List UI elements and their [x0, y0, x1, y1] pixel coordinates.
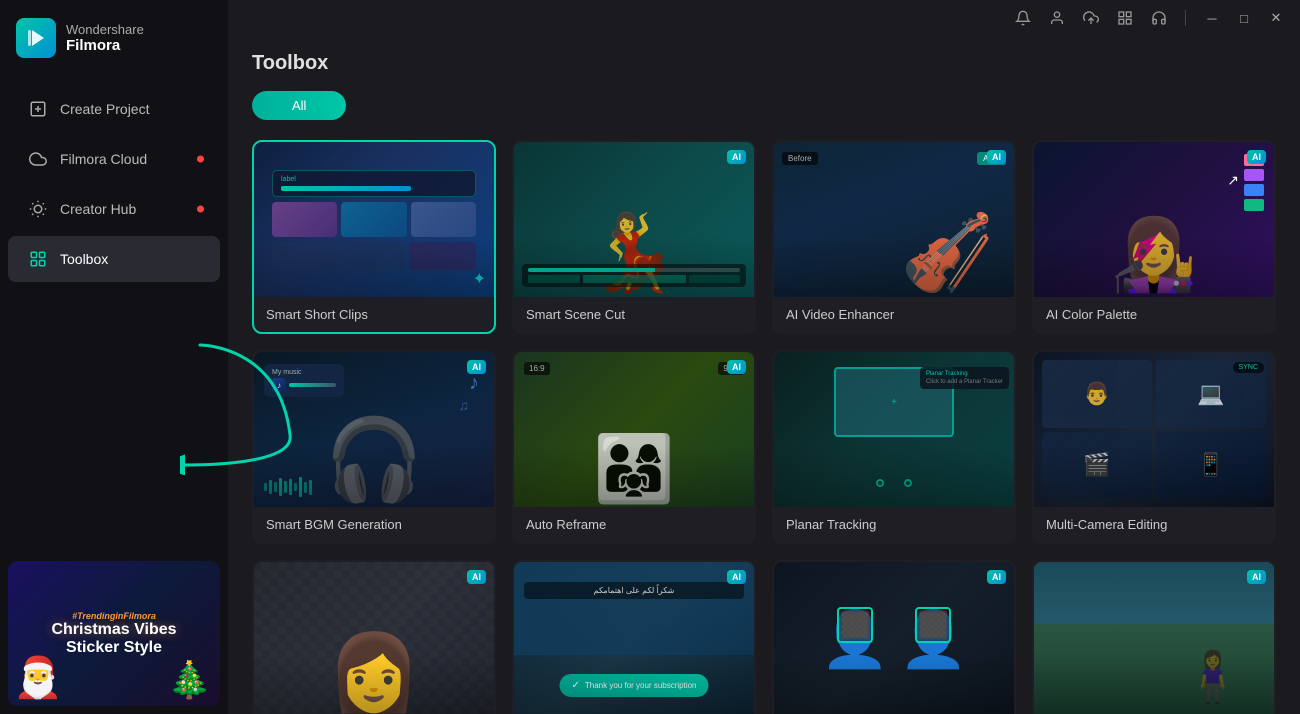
sidebar-item-filmora-cloud[interactable]: Filmora Cloud [8, 136, 220, 182]
ai-badge: AI [467, 570, 486, 584]
product-name: Filmora [66, 37, 144, 54]
tool-label: Smart Scene Cut [514, 297, 754, 332]
main-content: ─ □ ✕ Toolbox All label [228, 0, 1300, 714]
filter-tabs: All [252, 91, 1276, 120]
ai-badge: AI [987, 570, 1006, 584]
thumb-overlay [774, 352, 1014, 507]
separator [1185, 10, 1186, 26]
ai-badge: AI [987, 150, 1006, 164]
tool-label: Auto Reframe [514, 507, 754, 542]
page-title: Toolbox [252, 52, 1276, 75]
tool-thumbnail: label [254, 142, 494, 297]
logo-area: Wondershare Filmora [0, 0, 228, 76]
tool-card-ai-translation[interactable]: شكراً لكم على اهتمامكم ✓ Thank you for y… [512, 560, 756, 714]
tool-card-ai-video-enhancer[interactable]: 🎻 Before After AI AI Video Enhancer [772, 140, 1016, 334]
thumb-overlay [514, 142, 754, 297]
ai-badge: AI [467, 360, 486, 374]
title-bar: ─ □ ✕ [228, 0, 1300, 36]
thumb-overlay [254, 562, 494, 714]
thumb-overlay [774, 142, 1014, 297]
brand-name: Wondershare [66, 22, 144, 37]
banner-line2: Sticker Style [66, 639, 162, 657]
ai-badge: AI [727, 360, 746, 374]
app-logo [16, 18, 56, 58]
maximize-button[interactable]: □ [1230, 4, 1258, 32]
tool-thumbnail: 💃 AI [514, 142, 754, 297]
tool-thumbnail: 👨‍👩‍👧 16:9 9:16 AI [514, 352, 754, 507]
sidebar: Wondershare Filmora Create Project F [0, 0, 228, 714]
tool-thumbnail: 🎧 My music ♪ ♪ ♫ [254, 352, 494, 507]
window-controls: ─ □ ✕ [1198, 4, 1290, 32]
headset-icon[interactable] [1145, 4, 1173, 32]
sidebar-item-toolbox[interactable]: Toolbox [8, 236, 220, 282]
thumb-overlay [1034, 142, 1274, 297]
ai-badge: AI [727, 570, 746, 584]
tool-thumbnail: 👩‍🎤 ↗ AI [1034, 142, 1274, 297]
tool-card-smart-scene-cut[interactable]: 💃 AI Smart Scen [512, 140, 756, 334]
cloud-icon [28, 149, 48, 169]
thumb-overlay [514, 562, 754, 714]
thumb-overlay [514, 352, 754, 507]
tool-thumbnail: 🎻 Before After AI [774, 142, 1014, 297]
tool-thumbnail: + Planar Tracking Click to add a Planar … [774, 352, 1014, 507]
tool-card-auto-reframe[interactable]: 👨‍👩‍👧 16:9 9:16 AI Auto Reframe [512, 350, 756, 544]
tool-grid: label [252, 140, 1276, 714]
avatar-icon[interactable] [1043, 4, 1071, 32]
thumb-overlay [774, 562, 1014, 714]
cloud-upload-icon[interactable] [1077, 4, 1105, 32]
thumb-overlay [1034, 562, 1274, 714]
notification-icon[interactable] [1009, 4, 1037, 32]
sidebar-banner[interactable]: #TrendinginFilmora Christmas Vibes Stick… [8, 561, 220, 706]
toolbox-content: Toolbox All label [228, 36, 1300, 714]
tool-label: Planar Tracking [774, 507, 1014, 542]
notification-dot [197, 156, 204, 163]
notification-dot [197, 206, 204, 213]
thumb-overlay [254, 352, 494, 507]
close-button[interactable]: ✕ [1262, 4, 1290, 32]
tool-card-multi-camera[interactable]: 👨 💻 🎬 📱 SYNC Multi-Camera Editing [1032, 350, 1276, 544]
tool-card-planar-tracking[interactable]: + Planar Tracking Click to add a Planar … [772, 350, 1016, 544]
logo-text: Wondershare Filmora [66, 22, 144, 54]
tool-label: AI Video Enhancer [774, 297, 1014, 332]
sidebar-label: Creator Hub [60, 201, 136, 217]
sidebar-item-create-project[interactable]: Create Project [8, 86, 220, 132]
grid-icon [28, 249, 48, 269]
tool-thumbnail: 🧍‍♀️ AI [1034, 562, 1274, 714]
title-bar-controls [1009, 4, 1173, 32]
tool-card-ai-portrait[interactable]: 👩 AI AI Portrait Cutout [252, 560, 496, 714]
tool-thumbnail: شكراً لكم على اهتمامكم ✓ Thank you for y… [514, 562, 754, 714]
tool-card-smart-bgm[interactable]: 🎧 My music ♪ ♪ ♫ [252, 350, 496, 544]
tool-label: Smart BGM Generation [254, 507, 494, 542]
tool-thumbnail: 👤 👤 [774, 562, 1014, 714]
tool-card-smart-short-clips[interactable]: label [252, 140, 496, 334]
sidebar-label: Create Project [60, 101, 149, 117]
tool-card-ai-object-remover[interactable]: 🧍‍♀️ AI AI Object Remover [1032, 560, 1276, 714]
lightbulb-icon [28, 199, 48, 219]
minimize-button[interactable]: ─ [1198, 4, 1226, 32]
tool-label: AI Color Palette [1034, 297, 1274, 332]
ai-badge: AI [727, 150, 746, 164]
ai-badge: AI [1247, 150, 1266, 164]
tool-thumbnail: 👨 💻 🎬 📱 SYNC [1034, 352, 1274, 507]
sidebar-label: Filmora Cloud [60, 151, 147, 167]
sidebar-item-creator-hub[interactable]: Creator Hub [8, 186, 220, 232]
apps-icon[interactable] [1111, 4, 1139, 32]
tool-label: Multi-Camera Editing [1034, 507, 1274, 542]
ai-badge: AI [1247, 570, 1266, 584]
plus-square-icon [28, 99, 48, 119]
filter-all[interactable]: All [252, 91, 346, 120]
banner-hashtag: #TrendinginFilmora [72, 611, 156, 621]
thumb-overlay [254, 142, 494, 297]
banner-line1: Christmas Vibes [51, 621, 176, 639]
nav-items: Create Project Filmora Cloud [0, 76, 228, 553]
tool-card-ai-face-mosaic[interactable]: 👤 👤 [772, 560, 1016, 714]
thumb-overlay [1034, 352, 1274, 507]
sidebar-label: Toolbox [60, 251, 108, 267]
tool-label: Smart Short Clips [254, 297, 494, 332]
tool-thumbnail: 👩 AI [254, 562, 494, 714]
tool-card-ai-color-palette[interactable]: 👩‍🎤 ↗ AI AI Color Palette [1032, 140, 1276, 334]
